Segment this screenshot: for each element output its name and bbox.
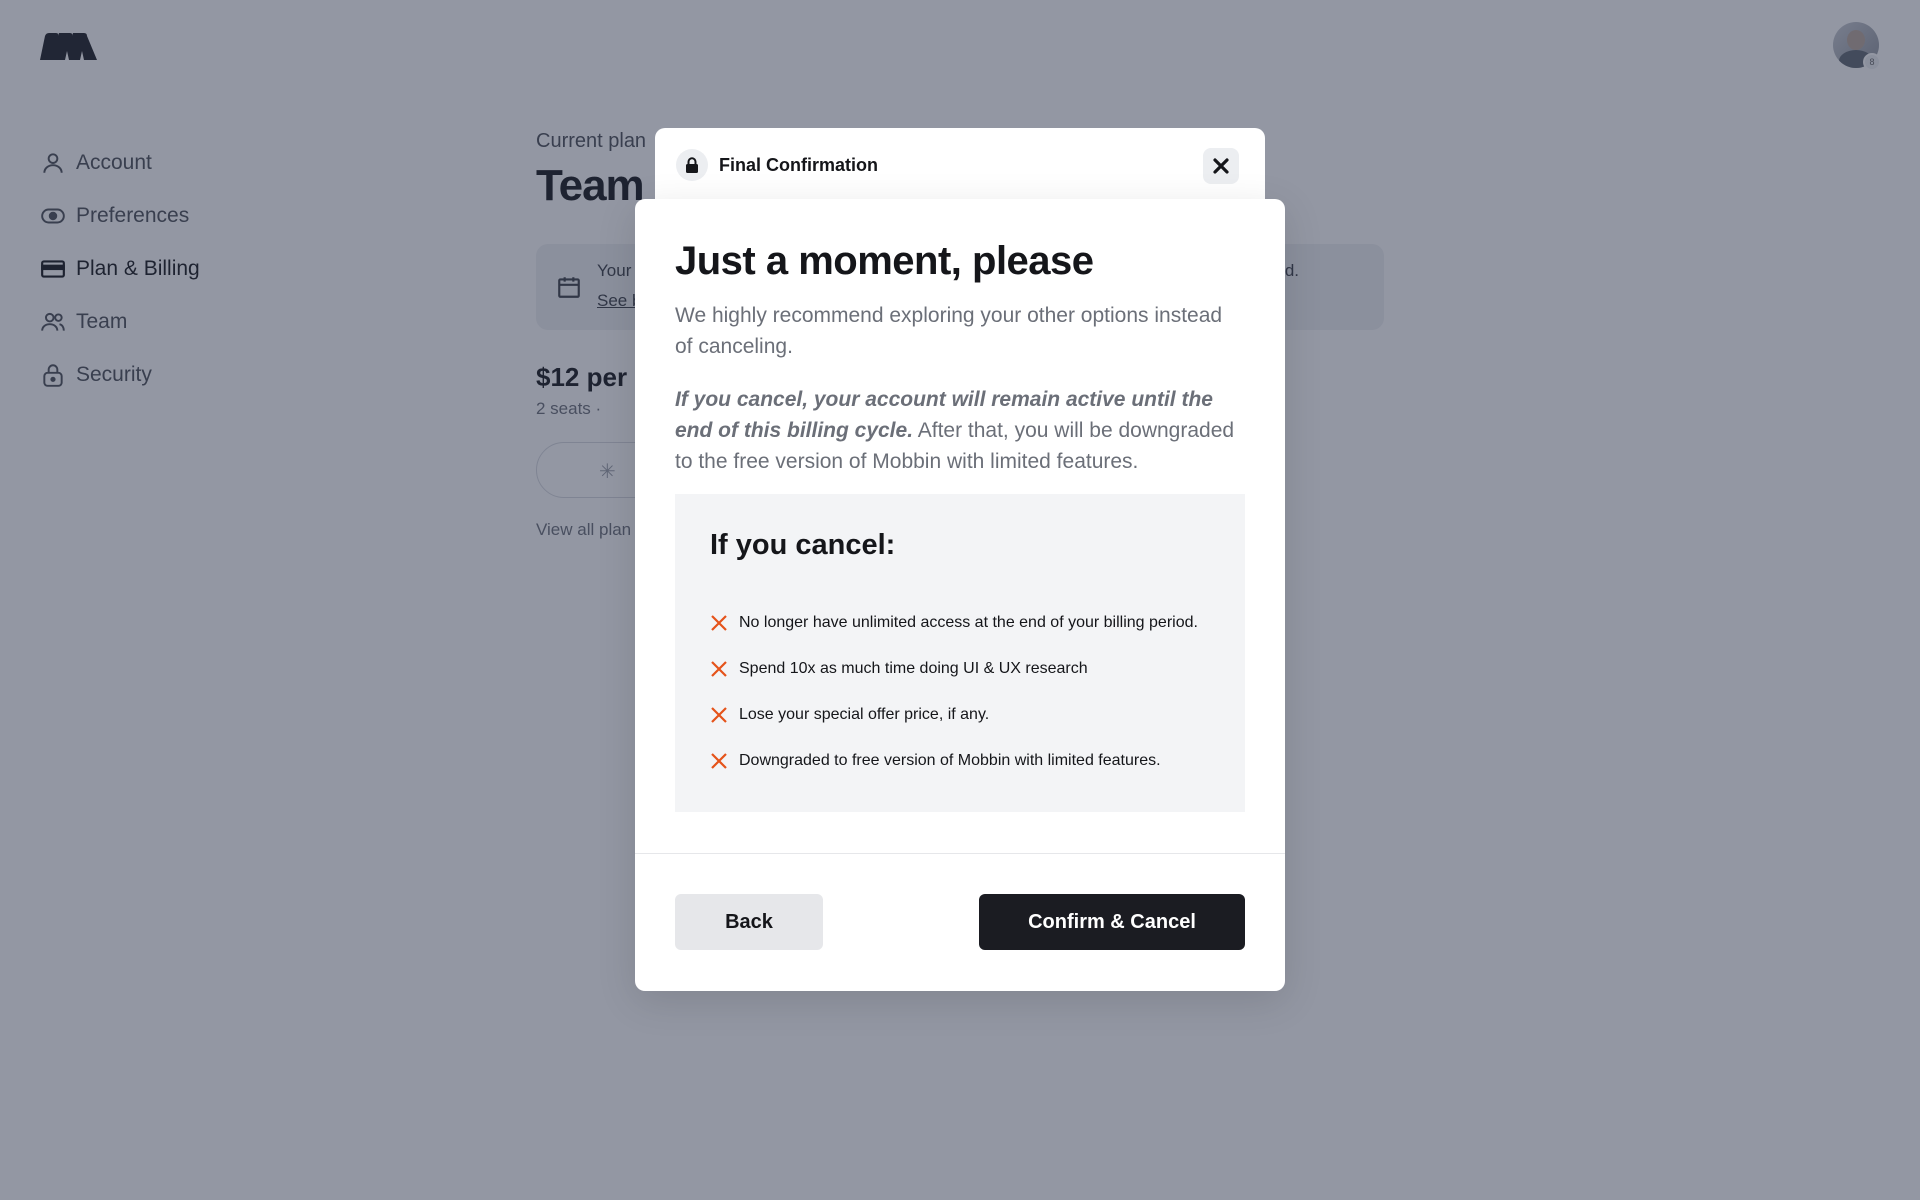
close-icon [1213,158,1229,174]
close-button[interactable] [1203,148,1239,184]
lock-badge [676,149,708,181]
list-item: Lose your special offer price, if any. [710,692,1198,738]
back-button[interactable]: Back [675,894,823,950]
x-mark-icon [711,661,727,677]
list-item: Spend 10x as much time doing UI & UX res… [710,646,1198,692]
consequence-text: No longer have unlimited access at the e… [739,614,1198,631]
list-item: Downgraded to free version of Mobbin wit… [710,738,1198,784]
consequence-list: No longer have unlimited access at the e… [710,600,1198,784]
cancel-confirmation-modal: Just a moment, please We highly recommen… [635,199,1285,991]
lock-icon [686,157,698,173]
modal-warning: If you cancel, your account will remain … [675,384,1245,477]
x-mark-icon [711,753,727,769]
modal-tab-title: Final Confirmation [719,155,878,175]
modal-heading: Just a moment, please [675,239,1094,283]
confirm-cancel-button[interactable]: Confirm & Cancel [979,894,1245,950]
footer-divider [635,853,1285,854]
modal-intro: We highly recommend exploring your other… [675,304,1223,358]
consequence-text: Downgraded to free version of Mobbin wit… [739,752,1161,769]
x-mark-icon [711,707,727,723]
list-item: No longer have unlimited access at the e… [710,600,1198,646]
consequence-text: Spend 10x as much time doing UI & UX res… [739,660,1088,677]
x-mark-icon [711,615,727,631]
consequence-text: Lose your special offer price, if any. [739,706,990,723]
cancel-consequences-box: If you cancel: No longer have unlimited … [675,494,1245,812]
cancel-box-title: If you cancel: [710,529,896,561]
